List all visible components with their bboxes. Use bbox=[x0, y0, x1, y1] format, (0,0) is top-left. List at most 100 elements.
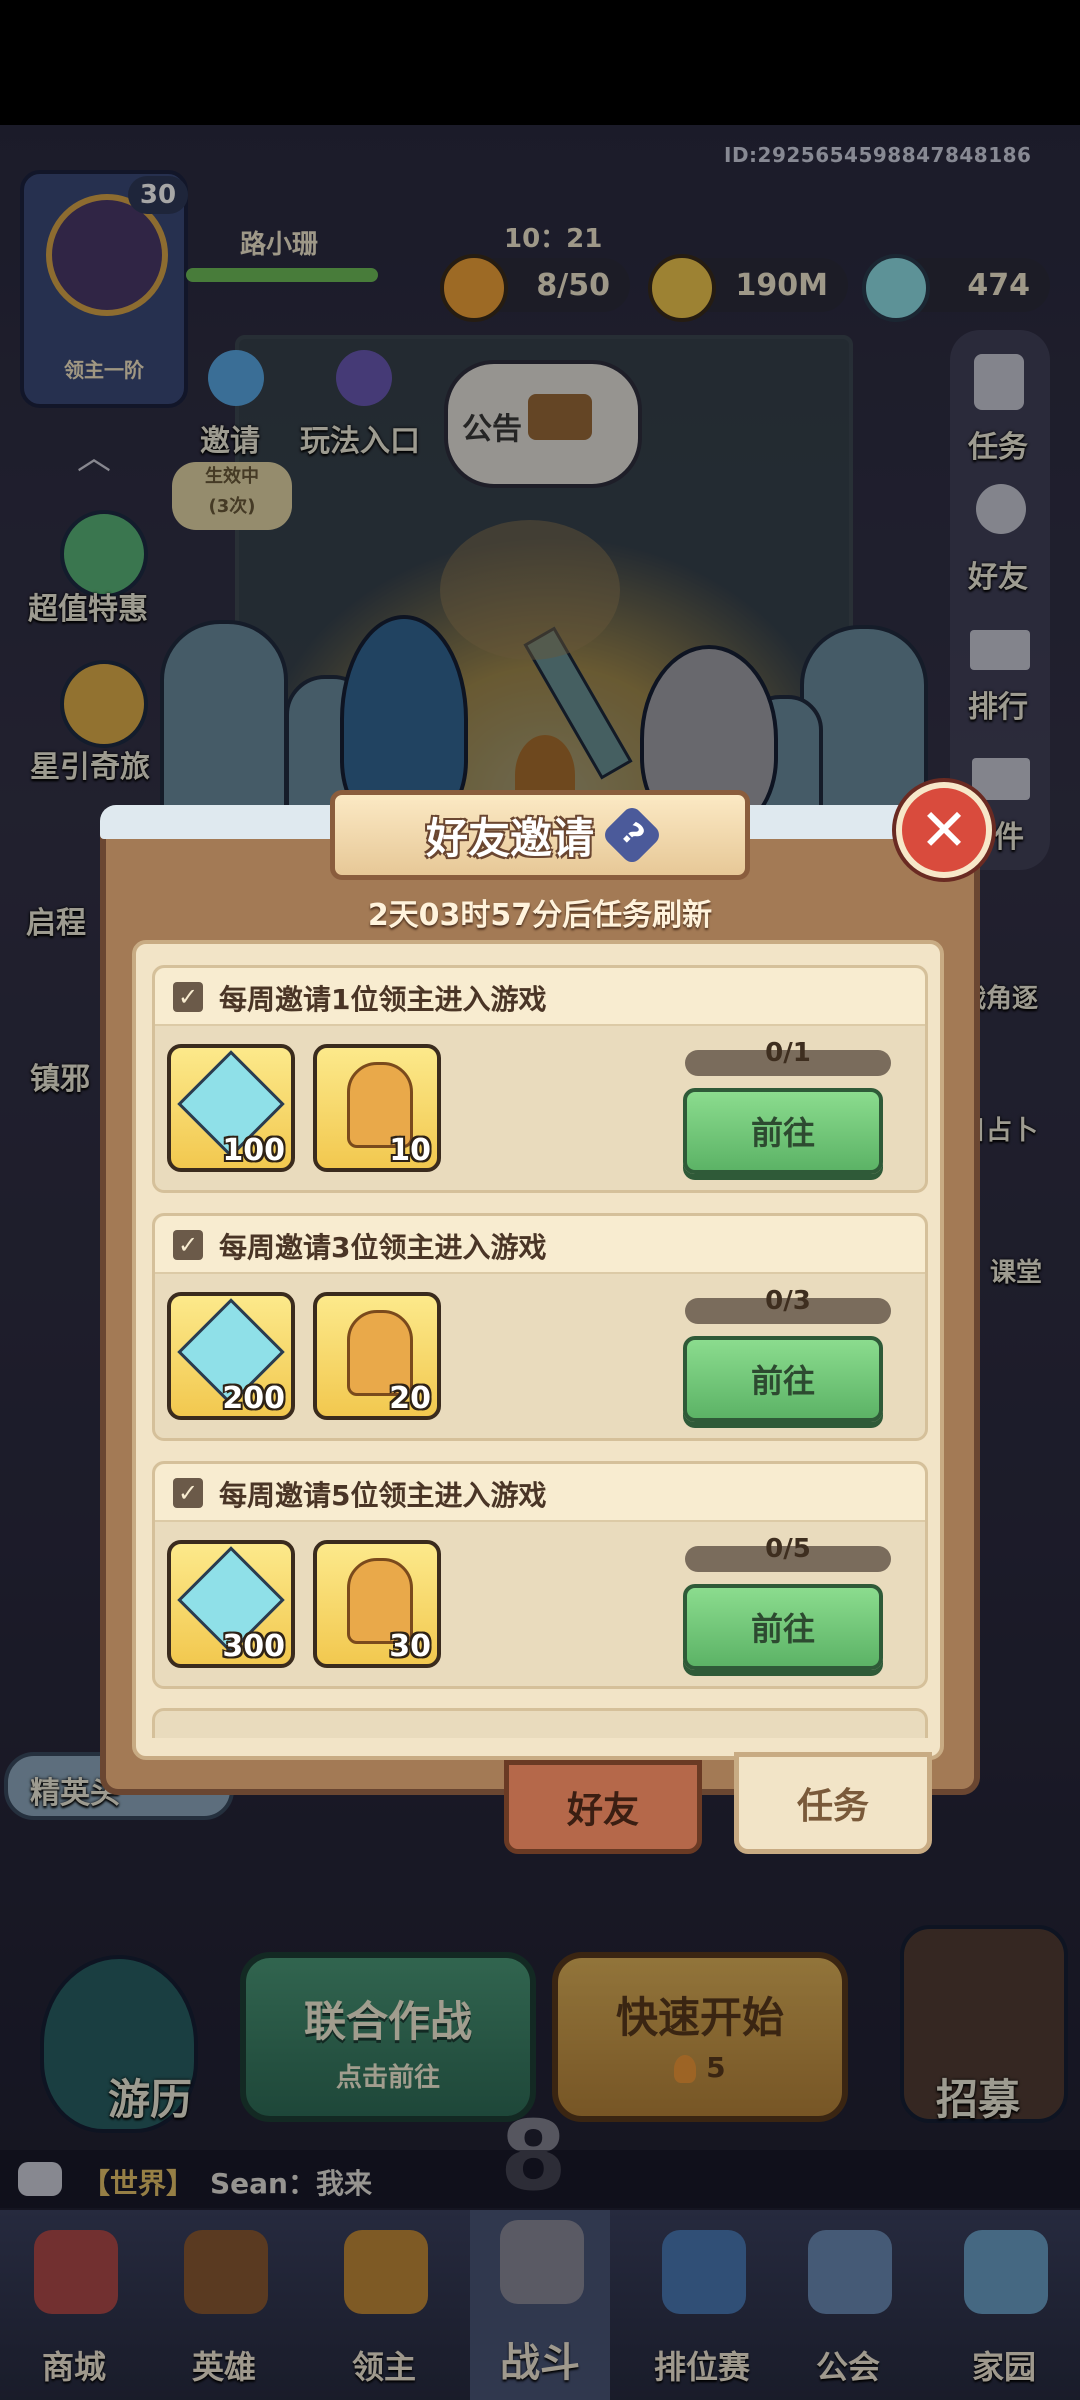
right-menu-item-7[interactable]: 课堂 bbox=[990, 1252, 1042, 1289]
go-button[interactable]: 前往 bbox=[683, 1336, 883, 1422]
crystal-reward: 100 bbox=[167, 1044, 295, 1172]
task-item-partial bbox=[152, 1708, 928, 1738]
ranking-button[interactable]: 排行 bbox=[958, 610, 1042, 725]
podium-icon bbox=[970, 630, 1030, 670]
chat-bubble-icon bbox=[18, 2162, 62, 2196]
nav-ranked[interactable]: 排位赛 bbox=[632, 2220, 772, 2400]
mail-icon bbox=[972, 758, 1030, 800]
nav-shop[interactable]: 商城 bbox=[4, 2220, 144, 2400]
task-header: ✓ 每周邀请1位领主进入游戏 bbox=[155, 968, 925, 1026]
checkbox-icon: ✓ bbox=[173, 982, 203, 1012]
coop-battle-sub: 点击前往 bbox=[335, 2063, 440, 2093]
recruit-button[interactable]: 招募 bbox=[936, 2066, 1020, 2127]
invite-button[interactable]: 邀请 bbox=[200, 340, 272, 459]
friends-label: 好友 bbox=[968, 560, 1028, 595]
crystal-reward-count: 300 bbox=[222, 1629, 285, 1664]
key-reward: 30 bbox=[313, 1540, 441, 1668]
nav-battle[interactable]: 战斗 bbox=[470, 2210, 610, 2400]
stamina-flame-icon bbox=[440, 254, 508, 322]
value-deal-button[interactable]: 超值特惠 bbox=[20, 500, 170, 630]
crystal-reward: 200 bbox=[167, 1292, 295, 1420]
nav-guild-label: 公会 bbox=[815, 2348, 880, 2386]
task-progress-text: 0/3 bbox=[765, 1286, 811, 1316]
gameplay-icon bbox=[336, 350, 392, 406]
checkbox-icon: ✓ bbox=[173, 1478, 203, 1508]
nav-battle-label: 战斗 bbox=[500, 2340, 580, 2386]
notice-chest-icon bbox=[528, 394, 592, 440]
invite-icon bbox=[208, 350, 264, 406]
nav-ranked-label: 排位赛 bbox=[653, 2348, 750, 2386]
star-journey-button[interactable]: 星引奇旅 bbox=[20, 650, 170, 790]
go-button[interactable]: 前往 bbox=[683, 1584, 883, 1670]
home-castle-icon bbox=[964, 2230, 1048, 2314]
task-header: ✓ 每周邀请3位领主进入游戏 bbox=[155, 1216, 925, 1274]
user-id: ID:2925654598847848186 bbox=[724, 143, 1032, 167]
dialog-title: 好友邀请 bbox=[425, 813, 594, 863]
task-title: 每周邀请3位领主进入游戏 bbox=[219, 1231, 547, 1264]
hero-card-icon bbox=[184, 2230, 268, 2314]
mail-label: 件 bbox=[994, 820, 1024, 855]
nav-guild[interactable]: 公会 bbox=[778, 2220, 918, 2400]
tab-tasks[interactable]: 任务 bbox=[734, 1752, 932, 1854]
ranking-label: 排行 bbox=[968, 690, 1028, 725]
chat-channel: 【世界】 bbox=[82, 2167, 195, 2200]
key-reward: 10 bbox=[313, 1044, 441, 1172]
nav-home-label: 家园 bbox=[971, 2348, 1036, 2386]
dialog-title-ribbon: 好友邀请 ? bbox=[330, 790, 750, 880]
coop-battle-title: 联合作战 bbox=[303, 1997, 472, 2046]
key-reward-count: 30 bbox=[389, 1629, 431, 1664]
left-menu-item-4[interactable]: 镇邪 bbox=[30, 1054, 90, 1098]
nav-lord-label: 领主 bbox=[351, 2348, 416, 2386]
quick-start-cost: 5 bbox=[558, 2051, 842, 2084]
task-progress-text: 0/5 bbox=[765, 1534, 811, 1564]
task-item: ✓ 每周邀请1位领主进入游戏 100 10 0/1 前往 bbox=[152, 965, 928, 1193]
task-title: 每周邀请1位领主进入游戏 bbox=[219, 983, 547, 1016]
left-menu-item-3[interactable]: 启程 bbox=[26, 898, 86, 942]
left-scroll-up-icon[interactable]: ︿ bbox=[64, 430, 124, 478]
nav-home[interactable]: 家园 bbox=[934, 2220, 1074, 2400]
refresh-timer: 2天03时57分后任务刷新 bbox=[367, 898, 713, 933]
flame-cost-icon bbox=[674, 2055, 697, 2083]
nav-hero[interactable]: 英雄 bbox=[154, 2220, 294, 2400]
quick-start-button[interactable]: 快速开始 5 bbox=[552, 1952, 848, 2122]
chat-bar[interactable]: 【世界】 Sean：我来 bbox=[0, 2150, 1080, 2208]
stamina-value: 8/50 bbox=[536, 267, 610, 303]
key-reward-count: 20 bbox=[389, 1381, 431, 1416]
checkbox-icon: ✓ bbox=[173, 1230, 203, 1260]
nav-shop-label: 商城 bbox=[41, 2348, 106, 2386]
star-journey-label: 星引奇旅 bbox=[30, 750, 150, 785]
chat-message: Sean：我来 bbox=[210, 2167, 372, 2200]
quick-start-cost-value: 5 bbox=[706, 2051, 726, 2084]
tasks-button[interactable]: 任务 bbox=[958, 350, 1042, 465]
nav-lord[interactable]: 领主 bbox=[314, 2220, 454, 2400]
crystal-reward: 300 bbox=[167, 1540, 295, 1668]
player-name: 路小珊 bbox=[240, 230, 319, 260]
friends-button[interactable]: 好友 bbox=[958, 480, 1042, 595]
effect-badge: 生效中 (3次) bbox=[172, 462, 292, 530]
value-deal-label: 超值特惠 bbox=[28, 592, 148, 627]
gameplay-label: 玩法入口 bbox=[300, 424, 420, 459]
task-progress-text: 0/1 bbox=[765, 1038, 811, 1068]
invite-label: 邀请 bbox=[200, 424, 260, 459]
crystal-icon bbox=[862, 254, 930, 322]
coop-battle-button[interactable]: 联合作战 点击前往 bbox=[240, 1952, 536, 2122]
travel-button[interactable]: 游历 bbox=[108, 2066, 192, 2127]
tasks-label: 任务 bbox=[968, 430, 1028, 465]
player-level-badge: 30 bbox=[128, 176, 188, 214]
tab-friends[interactable]: 好友 bbox=[504, 1760, 702, 1854]
clock-text: 10：21 bbox=[504, 224, 603, 254]
close-icon[interactable]: ✕ bbox=[896, 782, 992, 878]
task-title: 每周邀请5位领主进入游戏 bbox=[219, 1479, 547, 1512]
clipboard-icon bbox=[974, 354, 1024, 410]
shop-icon bbox=[34, 2230, 118, 2314]
crystal-reward-count: 100 bbox=[222, 1133, 285, 1168]
key-reward-count: 10 bbox=[389, 1133, 431, 1168]
effect-badge-label: 生效中 bbox=[205, 466, 259, 487]
ranked-shield-icon bbox=[662, 2230, 746, 2314]
go-button[interactable]: 前往 bbox=[683, 1088, 883, 1174]
gameplay-entry-button[interactable]: 玩法入口 bbox=[300, 340, 430, 459]
player-rank: 领主一阶 bbox=[64, 358, 144, 382]
help-icon[interactable]: ? bbox=[600, 803, 664, 867]
notice-bubble[interactable]: 公告 bbox=[444, 360, 642, 488]
nav-hero-label: 英雄 bbox=[191, 2348, 256, 2386]
